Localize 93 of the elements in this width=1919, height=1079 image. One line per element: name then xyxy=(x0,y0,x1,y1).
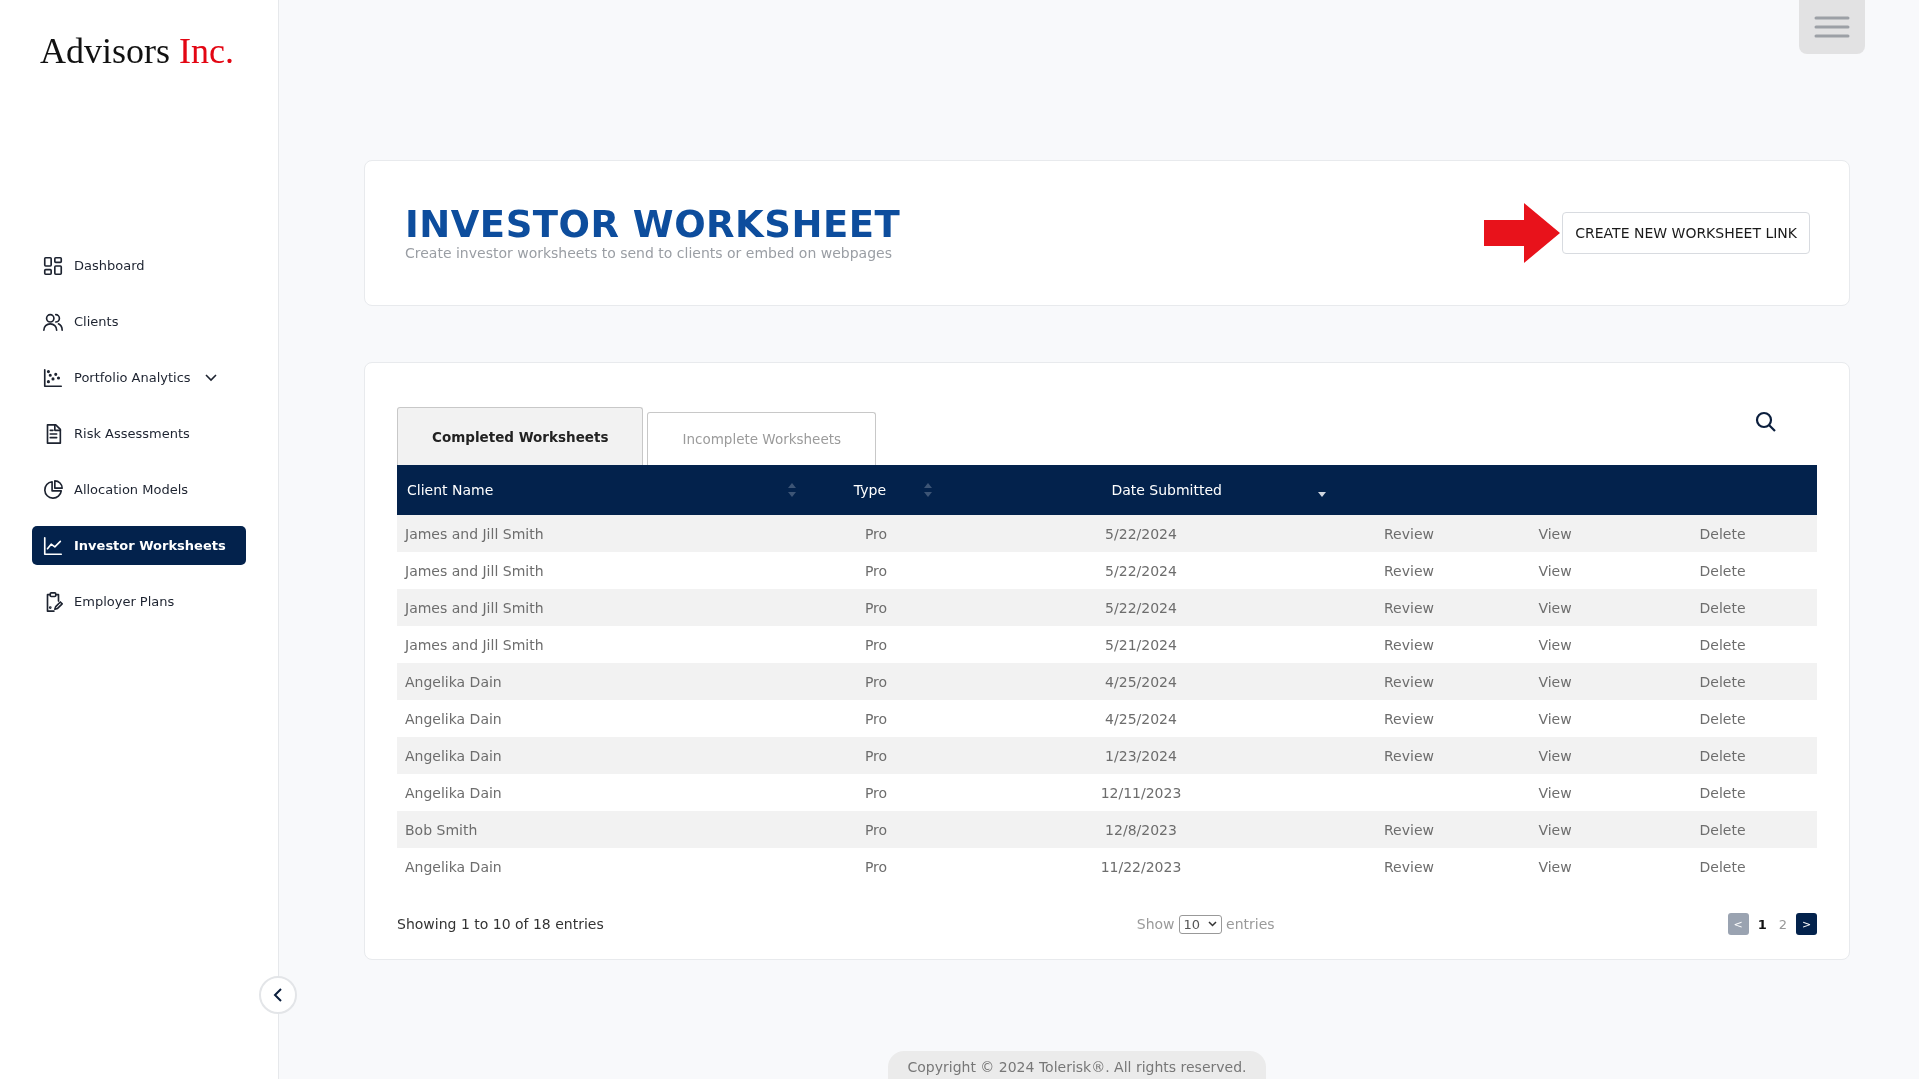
client-name-cell: Angelika Dain xyxy=(397,848,806,885)
delete-link[interactable]: Delete xyxy=(1699,525,1746,542)
sidebar-item[interactable]: Clients xyxy=(32,302,246,341)
view-link[interactable]: View xyxy=(1538,525,1572,542)
type-cell: Pro xyxy=(806,663,946,700)
sidebar-item[interactable]: Portfolio Analytics xyxy=(32,358,246,397)
page-subtitle: Create investor worksheets to send to clients or embed on webpages xyxy=(405,245,893,262)
view-link[interactable]: View xyxy=(1538,710,1572,727)
caret-down-icon xyxy=(1208,921,1218,927)
review-link[interactable]: Review xyxy=(1384,858,1434,875)
sidebar-item[interactable]: Employer Plans xyxy=(32,582,246,621)
date-cell: 4/25/2024 xyxy=(946,700,1336,737)
review-link[interactable]: Review xyxy=(1384,710,1434,727)
logo: Advisors Inc. xyxy=(40,30,234,72)
delete-link[interactable]: Delete xyxy=(1699,821,1746,838)
view-link[interactable]: View xyxy=(1538,747,1572,764)
page-button[interactable]: 1 xyxy=(1754,916,1770,932)
tab[interactable]: Incomplete Worksheets xyxy=(647,412,877,465)
column-header[interactable]: Type xyxy=(806,465,946,515)
delete-link[interactable]: Delete xyxy=(1699,599,1746,616)
line-chart-icon xyxy=(42,534,64,557)
date-cell: 12/11/2023 xyxy=(946,774,1336,811)
type-cell: Pro xyxy=(806,774,946,811)
view-link[interactable]: View xyxy=(1538,784,1572,801)
show-label: Show xyxy=(1136,916,1175,932)
delete-link[interactable]: Delete xyxy=(1699,710,1746,727)
type-cell: Pro xyxy=(806,848,946,885)
view-link[interactable]: View xyxy=(1538,636,1572,653)
date-cell: 1/23/2024 xyxy=(946,737,1336,774)
page-title: INVESTOR WORKSHEET xyxy=(405,204,901,246)
date-cell: 11/22/2023 xyxy=(946,848,1336,885)
type-cell: Pro xyxy=(806,626,946,663)
view-link[interactable]: View xyxy=(1538,599,1572,616)
client-name-cell: Angelika Dain xyxy=(397,737,806,774)
review-link[interactable]: Review xyxy=(1384,747,1434,764)
delete-link[interactable]: Delete xyxy=(1699,673,1746,690)
view-link[interactable]: View xyxy=(1538,858,1572,875)
view-link[interactable]: View xyxy=(1538,673,1572,690)
entries-label: entries xyxy=(1226,916,1275,932)
type-cell: Pro xyxy=(806,552,946,589)
sidebar-item[interactable]: Dashboard xyxy=(32,246,246,285)
client-name-cell: James and Jill Smith xyxy=(397,589,806,626)
page-button[interactable]: 2 xyxy=(1775,916,1790,932)
collapse-button[interactable] xyxy=(259,976,297,1014)
view-link[interactable]: View xyxy=(1538,821,1572,838)
review-link[interactable]: Review xyxy=(1384,562,1434,579)
client-name-cell: Bob Smith xyxy=(397,811,806,848)
delete-link[interactable]: Delete xyxy=(1699,747,1746,764)
scatter-chart-icon xyxy=(42,366,64,389)
client-name-cell: James and Jill Smith xyxy=(397,515,806,552)
client-name-cell: Angelika Dain xyxy=(397,774,806,811)
delete-link[interactable]: Delete xyxy=(1699,636,1746,653)
entries-info: Showing 1 to 10 of 18 entries xyxy=(397,916,604,932)
type-cell: Pro xyxy=(806,737,946,774)
review-link[interactable]: Review xyxy=(1384,673,1434,690)
review-link[interactable]: Review xyxy=(1384,636,1434,653)
date-cell: 5/22/2024 xyxy=(946,552,1336,589)
date-cell: 12/8/2023 xyxy=(946,811,1336,848)
type-cell: Pro xyxy=(806,811,946,848)
date-cell: 4/25/2024 xyxy=(946,663,1336,700)
chevron-left-icon xyxy=(273,988,283,1002)
type-cell: Pro xyxy=(806,515,946,552)
column-header[interactable]: Client Name xyxy=(397,465,806,515)
search-icon[interactable] xyxy=(1755,411,1777,433)
delete-link[interactable]: Delete xyxy=(1699,784,1746,801)
type-cell: Pro xyxy=(806,700,946,737)
review-link[interactable]: Review xyxy=(1384,525,1434,542)
client-name-cell: James and Jill Smith xyxy=(397,552,806,589)
tab[interactable]: Completed Worksheets xyxy=(397,407,644,465)
client-name-cell: Angelika Dain xyxy=(397,700,806,737)
create-link-button[interactable]: CREATE NEW WORKSHEET LINK xyxy=(1562,212,1810,254)
sidebar-item[interactable]: Allocation Models xyxy=(32,470,246,509)
date-cell: 5/22/2024 xyxy=(946,515,1336,552)
sidebar-item[interactable]: Risk Assessments xyxy=(32,414,246,453)
delete-link[interactable]: Delete xyxy=(1699,858,1746,875)
column-header[interactable]: Date Submitted xyxy=(946,465,1336,515)
review-link[interactable]: Review xyxy=(1384,821,1434,838)
delete-link[interactable]: Delete xyxy=(1699,562,1746,579)
arrow-icon xyxy=(1484,203,1561,263)
client-name-cell: James and Jill Smith xyxy=(397,626,806,663)
menu-icon xyxy=(1814,15,1850,39)
review-link[interactable]: Review xyxy=(1384,599,1434,616)
client-name-cell: Angelika Dain xyxy=(397,663,806,700)
date-cell: 5/21/2024 xyxy=(946,626,1336,663)
view-link[interactable]: View xyxy=(1538,562,1572,579)
date-cell: 5/22/2024 xyxy=(946,589,1336,626)
sidebar-item[interactable]: Investor Worksheets xyxy=(32,526,246,565)
next-page-button[interactable]: > xyxy=(1796,913,1817,935)
type-cell: Pro xyxy=(806,589,946,626)
pie-chart-icon xyxy=(42,478,64,501)
copyright-notice: Copyright © 2024 Tolerisk®. All rights reserved. xyxy=(887,1051,1267,1079)
page-size-select[interactable]: 10 xyxy=(1178,914,1223,934)
dashboard-icon xyxy=(42,254,64,277)
